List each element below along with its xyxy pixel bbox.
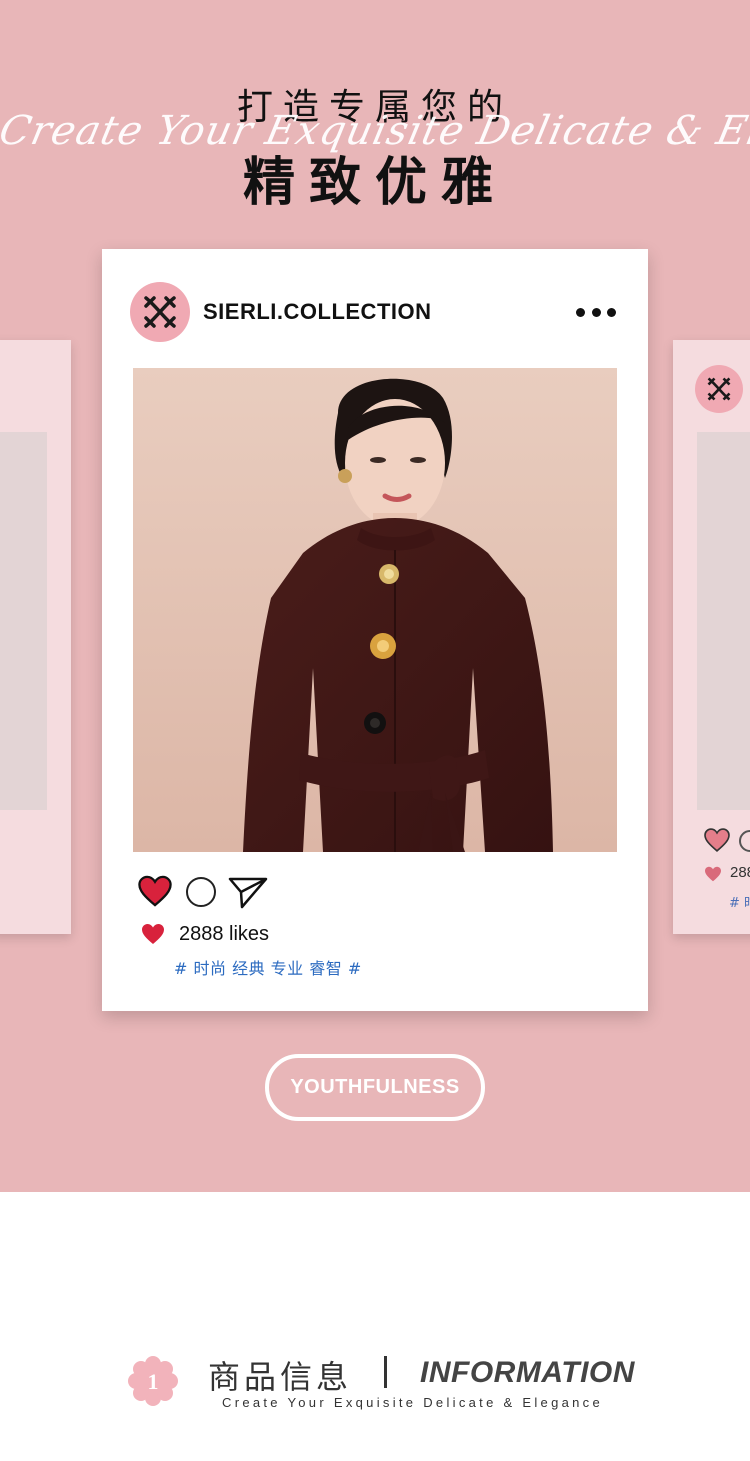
brand-logo-icon — [144, 296, 176, 328]
info-title-en: INFORMATION — [420, 1356, 635, 1389]
post-photo — [133, 368, 617, 852]
likes-row: 2888 likes — [141, 921, 269, 947]
next-post-card[interactable]: 288 # 时 — [673, 340, 750, 934]
post-hashtags[interactable]: # 时尚 经典 专业 睿智 # — [174, 955, 362, 979]
post-actions — [138, 873, 338, 913]
account-name[interactable]: SIERLI.COLLECTION — [203, 299, 432, 325]
number-badge-flower-icon: 1 — [128, 1356, 178, 1406]
previous-post-image — [0, 432, 47, 810]
more-dots-icon[interactable] — [576, 305, 616, 319]
next-post-avatar — [695, 365, 743, 413]
model-photo-illustration — [133, 368, 617, 852]
comment-icon[interactable] — [186, 877, 216, 907]
previous-post-card[interactable] — [0, 340, 71, 934]
account-avatar[interactable] — [130, 282, 190, 342]
post-card: SIERLI.COLLECTION 2888 likes # 时尚 经典 专业 … — [102, 249, 648, 1011]
heart-icon[interactable] — [703, 828, 731, 852]
info-subtitle: Create Your Exquisite Delicate & Eleganc… — [222, 1395, 604, 1410]
comment-icon[interactable] — [739, 830, 750, 852]
youthfulness-label: YOUTHFULNESS — [290, 1076, 460, 1098]
like-count-heart-icon — [705, 866, 721, 882]
section-number: 1 — [148, 1369, 159, 1394]
youthfulness-button[interactable]: YOUTHFULNESS — [265, 1054, 485, 1121]
info-title-cn: 商品信息 — [208, 1358, 353, 1396]
hero-title-line2: 精致优雅 — [242, 153, 507, 213]
share-icon[interactable] — [228, 875, 268, 909]
info-divider — [384, 1356, 387, 1388]
like-count-heart-icon — [142, 924, 164, 944]
brand-logo-icon — [707, 377, 731, 401]
next-post-hashtags: # 时 — [729, 896, 750, 911]
heart-icon[interactable] — [138, 875, 172, 907]
next-post-image — [697, 432, 750, 810]
likes-count: 2888 likes — [179, 922, 270, 945]
next-post-likes: 288 — [730, 864, 750, 881]
